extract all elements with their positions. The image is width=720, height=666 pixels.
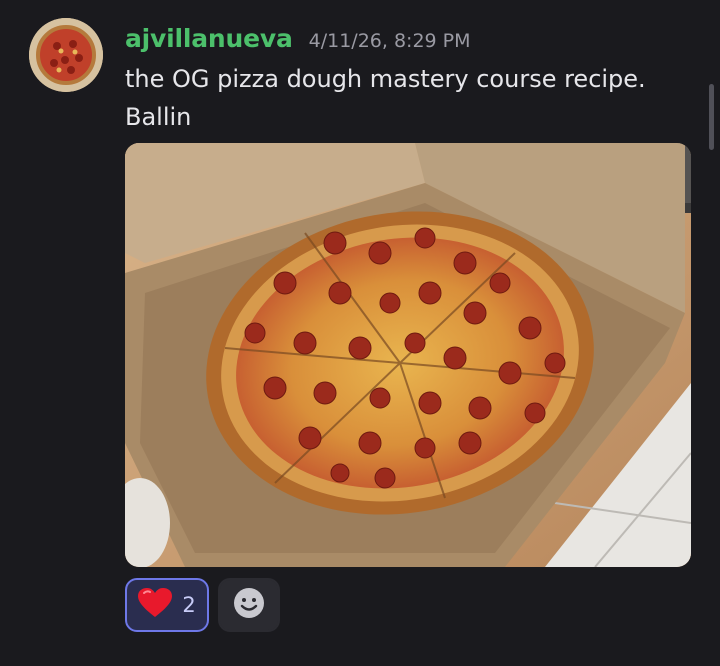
- author-username[interactable]: ajvillanueva: [125, 24, 293, 53]
- avatar[interactable]: [29, 18, 103, 92]
- heart-icon: [138, 588, 173, 622]
- reaction-heart[interactable]: 2: [125, 578, 209, 632]
- message-text-line: the OG pizza dough mastery course recipe…: [125, 65, 646, 93]
- message-timestamp[interactable]: 4/11/26, 8:29 PM: [309, 30, 471, 52]
- reactions-bar: 2: [125, 578, 280, 632]
- message-text-line: Ballin: [125, 103, 192, 131]
- message-header: ajvillanueva 4/11/26, 8:29 PM: [125, 24, 471, 53]
- add-reaction-icon: [232, 586, 266, 624]
- chat-message: ajvillanueva 4/11/26, 8:29 PM the OG piz…: [0, 0, 720, 666]
- add-reaction-button[interactable]: [218, 578, 280, 632]
- scrollbar[interactable]: [709, 84, 714, 150]
- reaction-count: 2: [182, 593, 196, 617]
- avatar-pizza-image: [29, 18, 103, 92]
- pizza-photo: [125, 143, 691, 567]
- message-content: the OG pizza dough mastery course recipe…: [125, 60, 695, 136]
- image-attachment[interactable]: [125, 143, 691, 567]
